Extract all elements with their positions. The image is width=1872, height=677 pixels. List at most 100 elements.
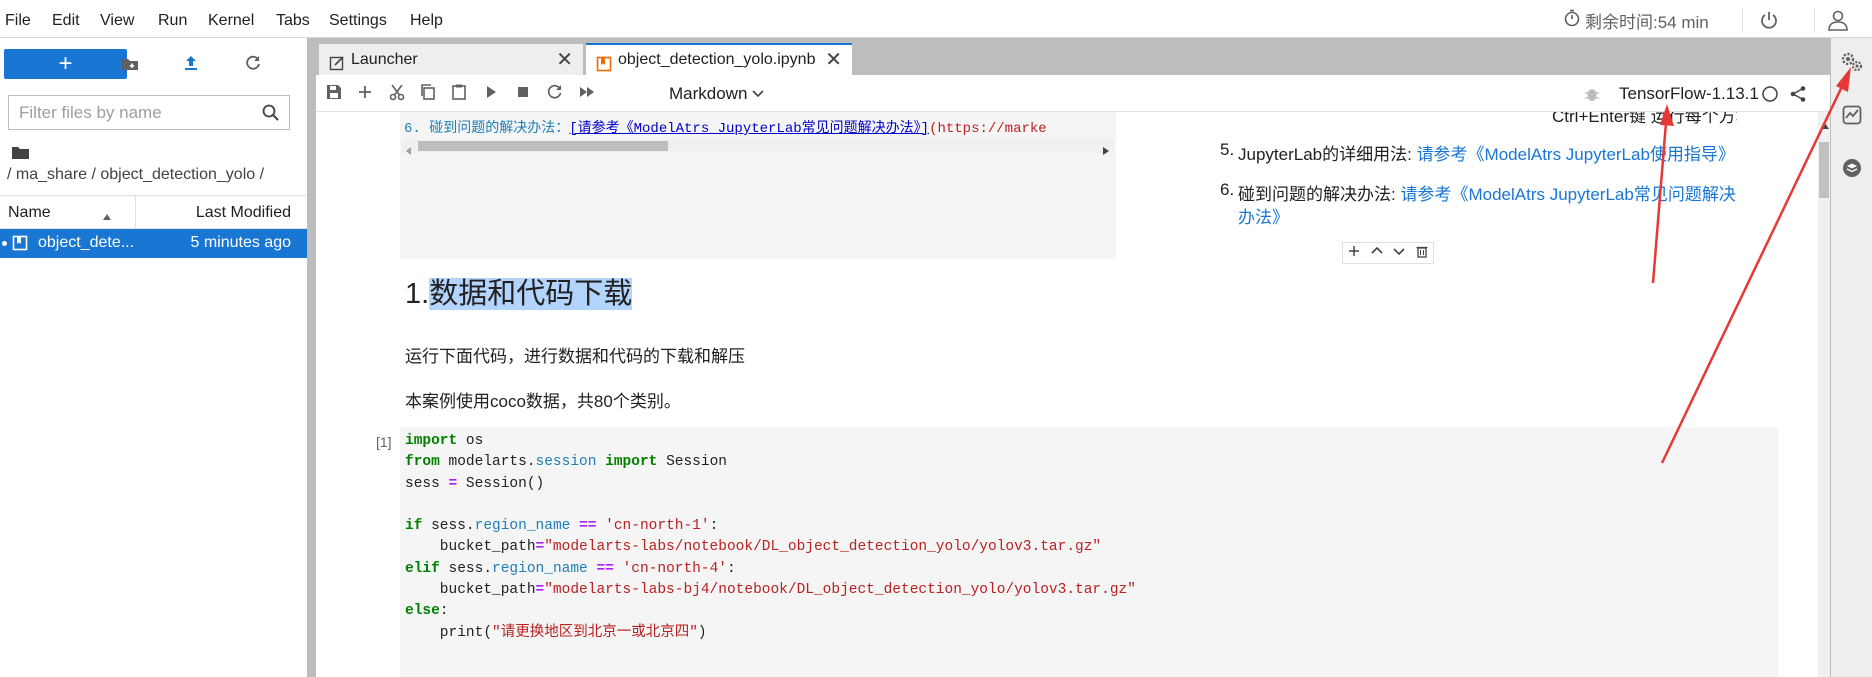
partial-text: Ctrl+Enter键 运行每个方块中的代码 [1552, 112, 1737, 124]
settings-gears-icon[interactable] [1839, 51, 1865, 78]
list-number: 5. [1220, 140, 1235, 159]
share-icon[interactable] [1789, 85, 1807, 108]
run-icon[interactable] [482, 83, 504, 105]
delete-cell-icon[interactable] [1415, 244, 1429, 263]
folder-icon[interactable] [11, 144, 31, 167]
partial-text-row: Ctrl+Enter键 运行每个方块中的代码 [1237, 112, 1737, 124]
user-icon[interactable] [1826, 8, 1850, 37]
move-down-icon[interactable] [1392, 244, 1406, 263]
monitor-icon[interactable] [1842, 105, 1862, 130]
fast-forward-icon[interactable] [578, 83, 600, 105]
scrollbar-thumb[interactable] [1819, 142, 1829, 198]
session-timer: 剩余时间:54 min [1563, 8, 1709, 32]
heading-number: 1. [405, 278, 430, 310]
code-line: import os [405, 433, 484, 449]
paragraph: 运行下面代码，进行数据和代码的下载和解压 [405, 347, 745, 366]
kernel-status-icon [1761, 85, 1779, 108]
new-folder-icon[interactable] [120, 54, 142, 76]
move-up-icon[interactable] [1370, 244, 1384, 263]
file-browser: + / ma_share / object_detection_yolo / N… [0, 38, 307, 677]
paste-icon[interactable] [450, 83, 472, 105]
faq-link-cont[interactable]: 办法》 [1238, 203, 1289, 228]
main-area: Launcher ✕ object_detection_yolo.ipynb ✕ [316, 38, 1830, 677]
search-icon[interactable] [261, 103, 281, 128]
insert-cell-icon[interactable] [1347, 244, 1361, 263]
code-cell[interactable]: import os from modelarts.session import S… [400, 427, 1778, 677]
bug-icon[interactable] [1584, 85, 1600, 108]
refresh-icon[interactable] [243, 53, 265, 75]
code-line: from modelarts.session import Session [405, 454, 727, 471]
kernel-name[interactable]: TensorFlow-1.13.1 [1619, 75, 1759, 112]
column-name[interactable]: Name [8, 204, 51, 222]
vertical-scrollbar[interactable] [1818, 112, 1830, 677]
add-cell-icon[interactable] [356, 83, 378, 105]
section-heading: 1.数据和代码下载 [405, 270, 633, 312]
code-line: print("请更换地区到北京一或北京四") [405, 624, 707, 641]
stop-icon[interactable] [514, 83, 536, 105]
menu-divider [1814, 8, 1815, 32]
cut-icon[interactable] [388, 83, 410, 105]
code-line: sess = Session() [405, 475, 545, 492]
scroll-up-icon[interactable] [1821, 116, 1829, 134]
cell-output: 6. 碰到问题的解决办法：[请参考《ModelAtrs JupyterLab常见… [400, 112, 1116, 259]
sort-up-icon[interactable] [102, 208, 112, 226]
breadcrumb[interactable]: / ma_share / object_detection_yolo / [7, 166, 264, 184]
filter-files-input[interactable] [19, 96, 259, 129]
code-line: bucket_path="modelarts-labs-bj4/notebook… [405, 582, 1136, 599]
cell-type-select[interactable]: Markdown [669, 81, 764, 107]
list-number: 6. [1220, 180, 1235, 199]
cell-prompt: [1] [376, 434, 392, 450]
notebook-content[interactable]: 6. 碰到问题的解决办法：[请参考《ModelAtrs JupyterLab常见… [316, 112, 1818, 677]
code-line: if sess.region_name == 'cn-north-1': [405, 518, 719, 535]
output-text: 6. 碰到问题的解决办法：[请参考《ModelAtrs JupyterLab常见… [404, 117, 1116, 137]
new-launcher-button[interactable]: + [4, 49, 127, 79]
faq-link[interactable]: 请参考《ModelAtrs JupyterLab常见问题解决 [1400, 185, 1735, 204]
copy-icon[interactable] [419, 83, 441, 105]
tab-bar: Launcher ✕ object_detection_yolo.ipynb ✕ [316, 38, 1830, 75]
output-url: (https://marke [929, 121, 1047, 137]
guide-link[interactable]: 请参考《ModelAtrs JupyterLab使用指导》 [1417, 145, 1735, 164]
tab-launcher[interactable]: Launcher ✕ [318, 43, 584, 75]
output-link[interactable]: [请参考《ModelAtrs JupyterLab常见问题解决办法》] [569, 121, 929, 137]
menu-run[interactable]: Run [158, 0, 187, 38]
menu-file[interactable]: File [5, 0, 31, 38]
menu-kernel[interactable]: Kernel [208, 0, 254, 38]
running-indicator [2, 241, 7, 246]
notebook-toolbar: Markdown TensorFlow-1.13.1 [316, 75, 1830, 112]
tab-label: Launcher [351, 51, 418, 68]
stopwatch-icon [1563, 9, 1581, 32]
scrollbar-thumb[interactable] [418, 141, 668, 151]
heading-selected-text: 数据和代码下载 [429, 278, 633, 310]
notebook-file-icon [12, 235, 28, 256]
file-modified: 5 minutes ago [190, 234, 291, 251]
column-divider [135, 196, 136, 228]
menu-tabs[interactable]: Tabs [276, 0, 310, 38]
menu-divider [1742, 8, 1743, 32]
power-icon[interactable] [1758, 9, 1780, 36]
scroll-left-icon[interactable] [406, 142, 412, 160]
upload-icon[interactable] [181, 53, 203, 75]
menu-edit[interactable]: Edit [52, 0, 80, 38]
menu-help[interactable]: Help [410, 0, 443, 38]
close-icon[interactable]: ✕ [825, 44, 842, 76]
panel-splitter[interactable] [307, 38, 316, 677]
file-name: object_dete... [38, 234, 135, 251]
layers-icon[interactable] [1842, 158, 1862, 183]
restart-icon[interactable] [546, 83, 568, 105]
filter-box [8, 95, 290, 130]
code-line: elif sess.region_name == 'cn-north-4': [405, 560, 736, 577]
tab-notebook[interactable]: object_detection_yolo.ipynb ✕ [586, 43, 852, 75]
file-list-header: Name Last Modified [0, 195, 307, 229]
file-row[interactable]: object_dete... 5 minutes ago [0, 229, 307, 258]
list-text: JupyterLab的详细用法: [1238, 145, 1417, 164]
close-icon[interactable]: ✕ [556, 44, 573, 76]
save-icon[interactable] [325, 83, 347, 105]
column-last-modified[interactable]: Last Modified [196, 204, 291, 222]
tab-label: object_detection_yolo.ipynb [618, 51, 816, 68]
scroll-right-icon[interactable] [1103, 142, 1109, 160]
horizontal-scrollbar[interactable] [402, 139, 1114, 155]
menu-view[interactable]: View [100, 0, 134, 38]
menu-settings[interactable]: Settings [329, 0, 387, 38]
paragraph: 本案例使用coco数据，共80个类别。 [405, 392, 681, 411]
